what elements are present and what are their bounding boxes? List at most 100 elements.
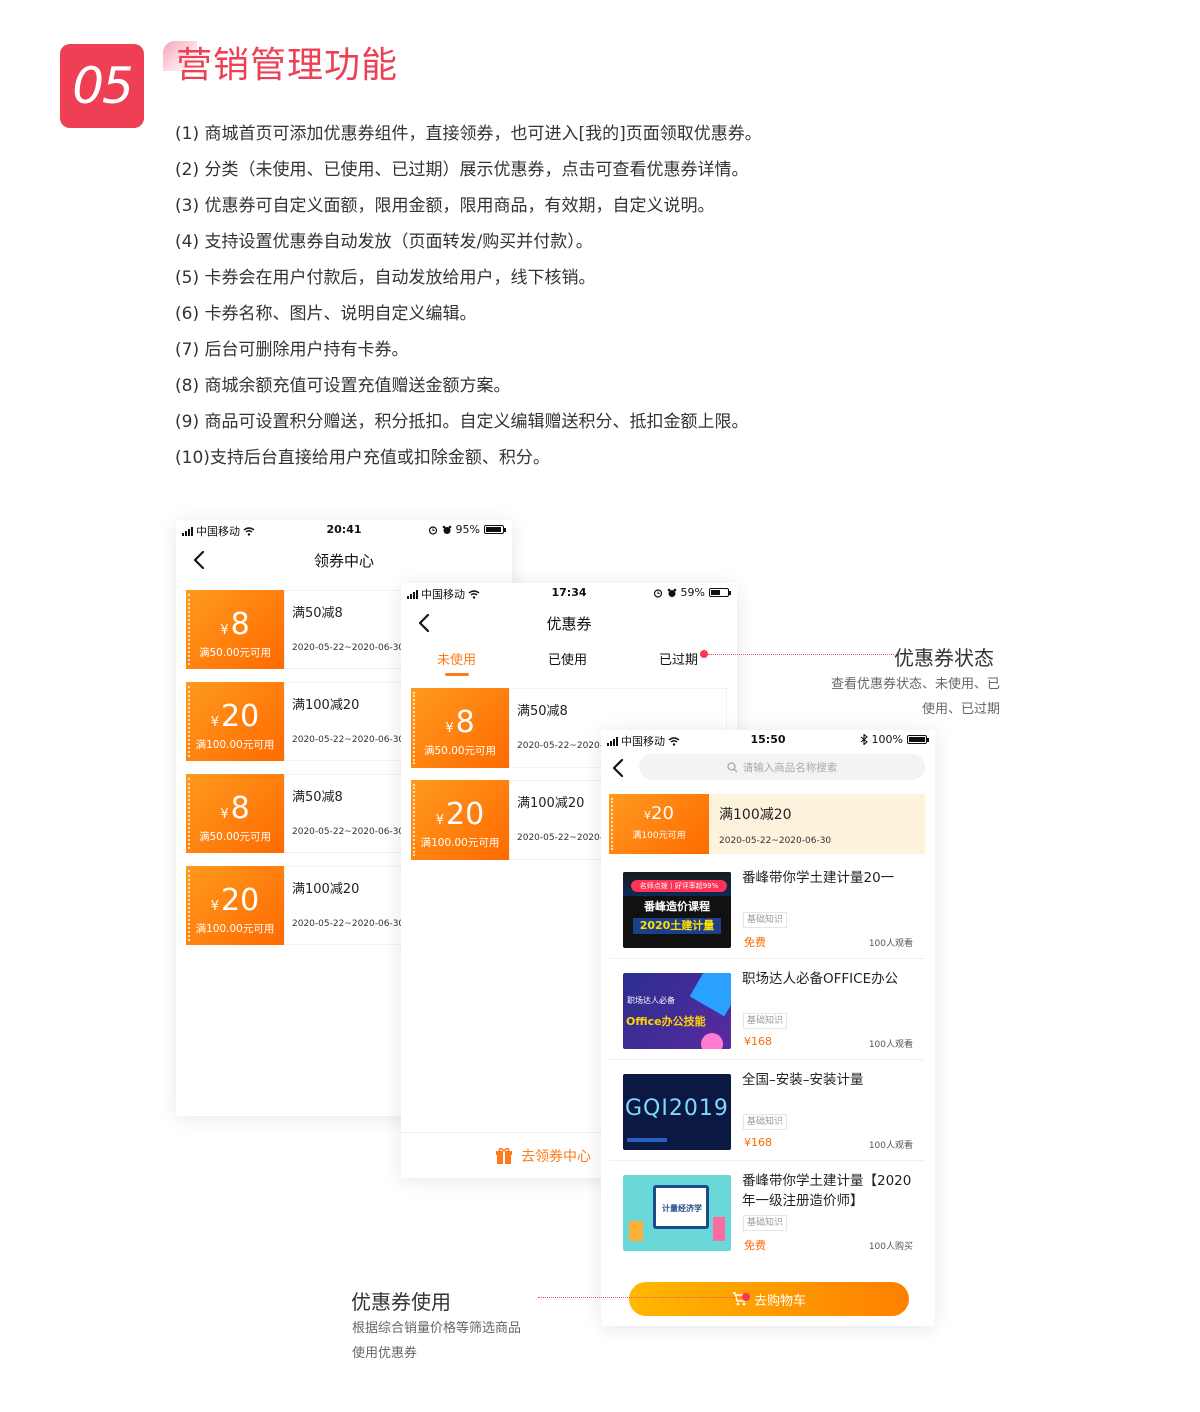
feature-item: (3) 优惠券可自定义面额，限用金额，限用商品，有效期，自定义说明。 [175, 196, 715, 216]
coupon-amount: 20 [221, 883, 260, 918]
course-title: 全国–安装–安装计量 [742, 1072, 864, 1088]
battery-percent: 59% [680, 586, 705, 599]
course-views: 100人购买 [868, 1242, 913, 1252]
thumb-headline: GQI2019 [625, 1096, 729, 1121]
course-price: ¥168 [744, 1035, 772, 1048]
coupon-date: 2020-05-22~2020-06-30 [719, 836, 832, 846]
section-number-badge: 05 [60, 44, 144, 128]
status-desc-line: 查看优惠券状态、未使用、已 [830, 677, 1000, 692]
feature-list: (1) 商城首页可添加优惠券组件，直接领券，也可进入[我的]页面领取优惠券。 (… [175, 120, 762, 480]
feature-item: (6) 卡券名称、图片、说明自定义编辑。 [175, 304, 477, 324]
alarm-icon [653, 588, 662, 598]
coupon-amount: 8 [230, 791, 250, 826]
coupon-condition: 满100.00元可用 [195, 923, 275, 935]
coupon-title: 满50减8 [517, 704, 568, 719]
go-coupon-center-label: 去领券中心 [521, 1148, 591, 1165]
coupon-condition: 满100元可用 [632, 831, 686, 841]
coupon-amount: 8 [455, 705, 475, 740]
thumb-subheadline: 2020土建计量 [633, 918, 721, 934]
course-thumbnail: GQI2019 [623, 1074, 731, 1150]
course-title: 番峰带你学土建计量【2020年一级注册造价师】 [742, 1173, 912, 1209]
go-coupon-center-link[interactable]: 去领券中心 [401, 1132, 601, 1178]
battery-percent: 95% [455, 523, 480, 536]
coupon-amount: 20 [446, 797, 485, 832]
tab-expired[interactable]: 已过期 [659, 649, 698, 668]
coupon-currency: ¥ [435, 813, 445, 828]
course-views: 100人观看 [868, 1141, 913, 1151]
course-thumbnail: 计量经济学 [623, 1175, 731, 1251]
search-icon [727, 761, 738, 772]
feature-item: (8) 商城余额充值可设置充值赠送金额方案。 [175, 376, 511, 396]
coupon-condition: 满100.00元可用 [420, 837, 500, 849]
status-annotation-desc: 查看优惠券状态、未使用、已 使用、已过期 [800, 672, 1000, 722]
page-title: 优惠券 [546, 615, 592, 633]
search-input[interactable]: 请输入商品名称搜索 [639, 754, 925, 780]
coupon-amount: 8 [230, 607, 250, 642]
usage-callout-line [538, 1297, 742, 1298]
course-price: ¥168 [744, 1136, 772, 1149]
course-views: 100人观看 [868, 939, 913, 949]
course-title: 番峰带你学土建计量20一 [742, 870, 895, 886]
thumb-headline: Office办公技能 [626, 1015, 706, 1028]
course-tag: 基础知识 [743, 1013, 788, 1029]
coupon-currency: ¥ [445, 721, 454, 736]
section-title: 营销管理功能 [176, 45, 399, 86]
course-item[interactable]: GQI2019 全国–安装–安装计量 基础知识 ¥168 100人观看 [609, 1060, 925, 1161]
battery-level [711, 590, 721, 595]
back-icon[interactable] [609, 758, 629, 778]
status-annotation-title: 优惠券状态 [894, 646, 994, 670]
coupon-amount: 20 [221, 699, 260, 734]
feature-item: (9) 商品可设置积分赠送，积分抵扣。自定义编辑赠送积分、抵扣金额上限。 [175, 412, 749, 432]
active-tab-indicator [445, 673, 469, 676]
course-price: 免费 [744, 1239, 766, 1252]
nav-bar: 优惠券 [401, 605, 737, 641]
usage-desc-line: 根据综合销量价格等筛选商品 [352, 1321, 522, 1336]
feature-item: (5) 卡券会在用户付款后，自动发放给用户，线下核销。 [175, 268, 596, 288]
section-number: 05 [72, 57, 134, 115]
status-bar: 中国移动 15:50 100% [601, 730, 935, 750]
alarm-icon [428, 525, 437, 535]
feature-item: (10)支持后台直接给用户充值或扣除金额、积分。 [175, 448, 550, 468]
usage-annotation-desc: 根据综合销量价格等筛选商品 使用优惠券 [352, 1316, 572, 1366]
go-to-cart-button[interactable]: 去购物车 [629, 1282, 909, 1316]
tab-unused[interactable]: 未使用 [437, 649, 476, 668]
status-bar: 中国移动 20:41 95% [176, 520, 512, 540]
thumb-headline: 番峰造价课程 [644, 900, 710, 913]
status-desc-line: 使用、已过期 [921, 702, 1000, 717]
tab-used[interactable]: 已使用 [548, 649, 587, 668]
feature-item: (7) 后台可删除用户持有卡券。 [175, 340, 409, 360]
battery-icon [709, 588, 731, 597]
battery-icon [907, 735, 929, 744]
course-item[interactable]: 名师点拨丨好评率超99% 番峰造价课程 2020土建计量 番峰带你学土建计量20… [609, 858, 925, 959]
course-tag: 基础知识 [743, 1215, 788, 1231]
feature-item: (2) 分类（未使用、已使用、已过期）展示优惠券，点击可查看优惠券详情。 [175, 160, 749, 180]
bluetooth-icon [860, 734, 868, 745]
feature-item: (4) 支持设置优惠券自动发放（页面转发/购买并付款）。 [175, 232, 593, 252]
feature-item: (1) 商城首页可添加优惠券组件，直接领券，也可进入[我的]页面领取优惠券。 [175, 124, 762, 144]
coupon-currency: ¥ [210, 899, 220, 914]
course-list: 名师点拨丨好评率超99% 番峰造价课程 2020土建计量 番峰带你学土建计量20… [609, 858, 925, 1262]
coupon-condition: 满50.00元可用 [198, 831, 272, 843]
thumb-headline: 计量经济学 [662, 1204, 702, 1213]
thumb-tagline: 职场达人必备 [627, 996, 675, 1005]
status-callout-dot [700, 650, 708, 658]
alarm-clock-icon [667, 588, 676, 597]
course-item[interactable]: 计量经济学 番峰带你学土建计量【2020年一级注册造价师】 基础知识 免费 10… [609, 1161, 925, 1262]
course-views: 100人观看 [868, 1040, 913, 1050]
battery-level [909, 737, 925, 742]
status-callout-line [708, 654, 894, 655]
search-placeholder: 请输入商品名称搜索 [742, 761, 838, 774]
applied-coupon[interactable]: ¥20 满100元可用 满100减20 2020-05-22~2020-06-30 [609, 794, 925, 854]
status-bar: 中国移动 17:34 59% [401, 583, 737, 603]
coupon-currency: ¥ [220, 807, 229, 822]
course-title: 职场达人必备OFFICE办公 [742, 971, 899, 987]
usage-callout-dot [742, 1293, 750, 1301]
coupon-currency: ¥ [220, 623, 229, 638]
course-item[interactable]: 职场达人必备 Office办公技能 职场达人必备OFFICE办公 基础知识 ¥1… [609, 959, 925, 1060]
course-thumbnail: 职场达人必备 Office办公技能 [623, 973, 731, 1049]
course-tag: 基础知识 [743, 912, 788, 928]
go-to-cart-label: 去购物车 [753, 1293, 806, 1309]
nav-bar: 领券中心 [176, 542, 512, 578]
phone-product-list: 中国移动 15:50 100% 请输入商品名称搜索 ¥20 满100元可用 满10… [601, 730, 935, 1326]
coupon-amount: 20 [651, 803, 674, 824]
